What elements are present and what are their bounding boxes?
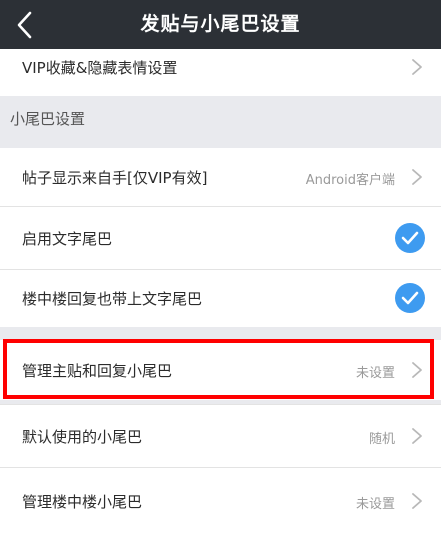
row-floor-reply-text-tail-label: 楼中楼回复也带上文字尾巴	[22, 290, 203, 308]
chevron-right-icon	[412, 59, 422, 75]
row-default-tail-label: 默认使用的小尾巴	[22, 428, 143, 446]
page-title: 发贴与小尾巴设置	[140, 13, 301, 35]
row-vip-collect-label: VIP收藏&隐藏表情设置	[22, 59, 178, 77]
checkmark-icon	[401, 231, 419, 245]
top-bar: 发贴与小尾巴设置	[0, 0, 441, 49]
floor-reply-text-tail-checkbox[interactable]	[395, 283, 425, 313]
chevron-right-icon	[412, 362, 422, 378]
checkmark-icon	[401, 291, 419, 305]
row-enable-text-tail[interactable]: 启用文字尾巴	[0, 207, 441, 269]
enable-text-tail-checkbox[interactable]	[395, 223, 425, 253]
chevron-right-icon	[412, 493, 422, 509]
row-manage-floor-tail-label: 管理楼中楼小尾巴	[22, 493, 143, 511]
section-gap	[0, 327, 441, 340]
row-manage-floor-tail[interactable]: 管理楼中楼小尾巴 未设置	[0, 468, 441, 534]
row-manage-tail[interactable]: 管理主贴和回复小尾巴 未设置	[0, 340, 441, 400]
row-manage-floor-tail-value: 未设置	[355, 497, 395, 512]
row-default-tail[interactable]: 默认使用的小尾巴 随机	[0, 405, 441, 467]
row-enable-text-tail-label: 启用文字尾巴	[22, 230, 113, 248]
row-manage-tail-value: 未设置	[355, 366, 395, 381]
row-manage-tail-label: 管理主贴和回复小尾巴	[22, 362, 173, 380]
row-default-tail-value: 随机	[368, 432, 395, 447]
row-floor-reply-text-tail[interactable]: 楼中楼回复也带上文字尾巴	[0, 270, 441, 327]
chevron-right-icon	[412, 428, 422, 444]
section-tail-settings: 小尾巴设置	[0, 96, 441, 148]
row-vip-collect[interactable]: VIP收藏&隐藏表情设置	[0, 49, 441, 96]
section-tail-settings-label: 小尾巴设置	[10, 110, 86, 128]
row-post-tail-label: 帖子显示来自手[仅VIP有效]	[22, 169, 208, 187]
row-post-tail[interactable]: 帖子显示来自手[仅VIP有效] Android客户端	[0, 148, 441, 206]
chevron-right-icon	[412, 169, 422, 185]
row-post-tail-value: Android客户端	[305, 173, 395, 188]
